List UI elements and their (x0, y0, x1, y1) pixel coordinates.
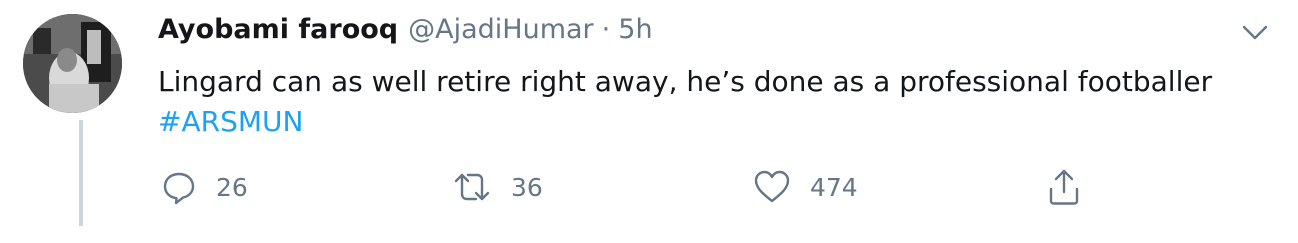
like-count: 474 (810, 172, 858, 202)
like-button[interactable]: 474 (753, 167, 858, 207)
action-bar: 26 36 474 (158, 167, 1158, 207)
display-name[interactable]: Ayobami farooq (158, 14, 398, 45)
timestamp[interactable]: 5h (618, 14, 652, 45)
reply-button[interactable]: 26 (161, 167, 248, 207)
tweet-text: Lingard can as well retire right away, h… (158, 62, 1268, 142)
heart-icon (754, 170, 790, 203)
retweet-button[interactable]: 36 (452, 167, 543, 207)
retweet-icon (454, 173, 490, 201)
thread-line (79, 120, 83, 226)
user-handle[interactable]: @AjadiHumar (408, 14, 594, 45)
more-options-button[interactable] (1238, 20, 1272, 44)
retweet-count: 36 (511, 172, 543, 202)
reply-count: 26 (216, 172, 248, 202)
avatar-photo (23, 14, 122, 113)
chevron-down-icon (1242, 25, 1268, 40)
hashtag-link[interactable]: #ARSMUN (158, 102, 1268, 142)
tweet-header: Ayobami farooq @AjadiHumar · 5h (158, 14, 653, 50)
share-icon (1049, 169, 1079, 205)
reply-icon (163, 172, 195, 205)
separator-dot: · (601, 14, 611, 45)
avatar[interactable] (23, 14, 122, 113)
tweet-body: Lingard can as well retire right away, h… (158, 65, 1213, 98)
share-button[interactable] (1046, 167, 1082, 207)
tweet[interactable]: Ayobami farooq @AjadiHumar · 5h Lingard … (0, 0, 1298, 243)
